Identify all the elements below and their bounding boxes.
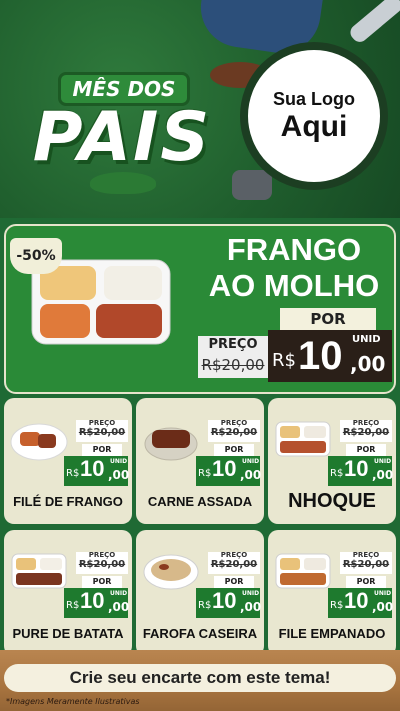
price-decimal: ,00 [372, 600, 394, 614]
price-box: R$ 10 UNID ,00 [64, 456, 130, 486]
discount-badge: -50% [10, 238, 62, 274]
product-name: FILÉ DE FRANGO [13, 494, 123, 509]
dish-roast-icon [144, 427, 198, 461]
product-card: PREÇO R$20,00 POR R$ 10 UNID ,00 PURE DE… [4, 530, 132, 656]
logo-line1: Sua Logo [273, 88, 355, 109]
price-integer: 10 [212, 456, 237, 481]
product-card: PREÇO R$20,00 POR R$ 10 UNID ,00 NHOQUE [268, 398, 396, 524]
featured-name-line1: FRANGO [226, 232, 362, 267]
product-card: PREÇO R$20,00 POR R$ 10 UNID ,00 FAROFA … [136, 530, 264, 656]
preco-label: PREÇO [88, 419, 116, 427]
featured-price: R$ 10 UNID ,00 [268, 330, 392, 382]
watch-icon [232, 170, 272, 200]
por-label: POR [346, 444, 386, 456]
product-name: FILE EMPANADO [278, 626, 386, 641]
price-unit: UNID [110, 590, 128, 597]
old-price: R$20,00 [78, 427, 126, 438]
product-name: FAROFA CASEIRA [142, 626, 258, 641]
price-decimal: ,00 [350, 352, 386, 376]
price-decimal: ,00 [372, 468, 394, 482]
featured-name-line2: AO MOLHO [208, 268, 380, 303]
product-name: CARNE ASSADA [147, 494, 253, 509]
old-price: R$20,00 [210, 427, 258, 438]
price-integer: 10 [344, 588, 369, 613]
logo-line2: Aqui [280, 109, 348, 143]
old-price: R$20,00 [342, 559, 390, 570]
price-integer: 10 [344, 456, 369, 481]
por-label: POR [346, 576, 386, 588]
price-box: R$ 10 UNID ,00 [64, 588, 130, 618]
price-currency: R$ [198, 468, 212, 479]
preco-label: PREÇO [352, 419, 380, 427]
price-currency: R$ [330, 600, 344, 611]
price-currency: R$ [66, 468, 80, 479]
old-price: R$20,00 [210, 559, 258, 570]
price-integer: 10 [80, 456, 105, 481]
price-currency: R$ [198, 600, 212, 611]
price-unit: UNID [242, 458, 260, 465]
header-banner: MÊS DOS PAIS Sua Logo Aqui [0, 0, 400, 218]
price-currency: R$ [330, 468, 344, 479]
price-decimal: ,00 [108, 468, 130, 482]
disclaimer-text: *Imagens Meramente Ilustrativas [6, 697, 140, 706]
price-box: R$ 10 UNID ,00 [196, 588, 262, 618]
old-price-box: PREÇO R$20,00 [76, 419, 128, 442]
price-unit: UNID [374, 458, 392, 465]
product-card: PREÇO R$20,00 POR R$ 10 UNID ,00 CARNE A… [136, 398, 264, 524]
featured-product-name: FRANGO AO MOLHO [196, 232, 392, 304]
price-unit: UNID [374, 590, 392, 597]
dish-box-icon [275, 553, 331, 589]
preco-label: PREÇO [220, 419, 248, 427]
preco-label: PREÇO [208, 337, 258, 352]
price-currency: R$ [66, 600, 80, 611]
product-name: NHOQUE [288, 490, 376, 512]
por-label: POR [82, 576, 122, 588]
old-price-box: PREÇO R$20,00 [198, 336, 268, 378]
price-box: R$ 10 UNID ,00 [196, 456, 262, 486]
por-label: POR [82, 444, 122, 456]
old-price: R$20,00 [342, 427, 390, 438]
por-label: POR [280, 308, 376, 330]
price-unit: UNID [352, 334, 381, 345]
old-price-box: PREÇO R$20,00 [76, 551, 128, 574]
preco-label: PREÇO [352, 551, 380, 559]
dish-box-icon [275, 421, 331, 457]
wrench-icon [347, 0, 400, 46]
product-card: PREÇO R$20,00 POR R$ 10 UNID ,00 FILE EM… [268, 530, 396, 656]
price-unit: UNID [110, 458, 128, 465]
preco-label: PREÇO [220, 551, 248, 559]
price-box: R$ 10 UNID ,00 [328, 456, 394, 486]
product-name: PURE DE BATATA [12, 626, 124, 641]
title-main: PAIS [32, 98, 212, 177]
price-unit: UNID [242, 590, 260, 597]
dish-bowl-icon [143, 554, 199, 590]
price-integer: 10 [80, 588, 105, 613]
price-box: R$ 10 UNID ,00 [328, 588, 394, 618]
dish-box-icon [11, 553, 67, 589]
por-label: POR [214, 444, 254, 456]
preco-label: PREÇO [88, 551, 116, 559]
mustache-icon [90, 172, 156, 194]
old-price: R$20,00 [78, 559, 126, 570]
old-price-box: PREÇO R$20,00 [208, 551, 260, 574]
event-title: MÊS DOS PAIS [12, 50, 232, 200]
cta-banner[interactable]: Crie seu encarte com este tema! [4, 664, 396, 692]
product-card: PREÇO R$20,00 POR R$ 10 UNID ,00 FILÉ DE… [4, 398, 132, 524]
price-decimal: ,00 [240, 600, 262, 614]
old-price-box: PREÇO R$20,00 [208, 419, 260, 442]
old-price-box: PREÇO R$20,00 [340, 551, 392, 574]
price-integer: 10 [212, 588, 237, 613]
por-label: POR [214, 576, 254, 588]
price-decimal: ,00 [108, 600, 130, 614]
old-price: R$20,00 [201, 356, 265, 374]
old-price-box: PREÇO R$20,00 [340, 419, 392, 442]
price-decimal: ,00 [240, 468, 262, 482]
logo-placeholder: Sua Logo Aqui [240, 42, 388, 190]
dish-steak-icon [10, 423, 68, 461]
price-integer: 10 [298, 334, 343, 378]
price-currency: R$ [272, 350, 296, 371]
